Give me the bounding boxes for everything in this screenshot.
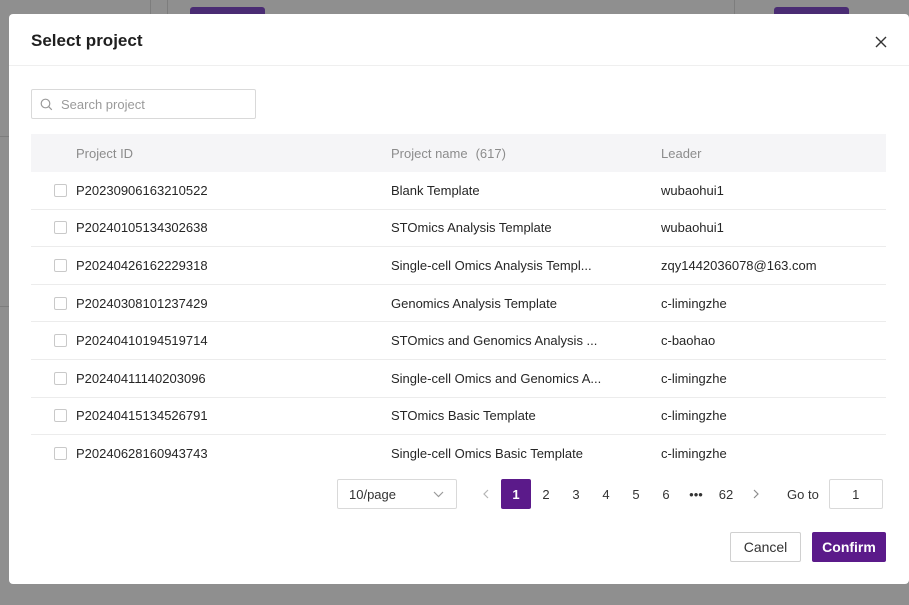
page-4[interactable]: 4	[591, 479, 621, 509]
leader-cell: zqy1442036078@163.com	[661, 257, 817, 273]
project-name-cell: STOmics Analysis Template	[391, 220, 552, 236]
table-row[interactable]: P20240410194519714 STOmics and Genomics …	[31, 322, 886, 360]
project-id-cell: P20240415134526791	[76, 408, 208, 424]
column-header-label: Project name	[391, 145, 468, 161]
table-row[interactable]: P20240415134526791 STOmics Basic Templat…	[31, 398, 886, 436]
project-id-cell: P20240628160943743	[76, 445, 208, 461]
search-field[interactable]	[31, 89, 256, 119]
page-62[interactable]: 62	[711, 479, 741, 509]
background-divider	[167, 0, 168, 14]
page-size-value: 10/page	[349, 486, 396, 502]
chevron-down-icon	[433, 491, 444, 497]
project-name-cell: Genomics Analysis Template	[391, 295, 557, 311]
project-id-cell: P20240426162229318	[76, 257, 208, 273]
background-divider	[150, 0, 151, 14]
page-6[interactable]: 6	[651, 479, 681, 509]
close-button[interactable]	[871, 32, 891, 52]
chevron-right-icon	[753, 489, 759, 499]
background-divider	[0, 136, 9, 137]
dialog-title: Select project	[31, 31, 143, 50]
dialog-header: Select project	[9, 14, 909, 66]
background-divider	[0, 306, 9, 307]
leader-cell: c-limingzhe	[661, 295, 727, 311]
row-checkbox[interactable]	[54, 296, 67, 310]
close-icon	[875, 36, 887, 48]
row-checkbox[interactable]	[54, 409, 67, 423]
leader-cell: c-limingzhe	[661, 370, 727, 386]
column-header-project-name: Project name (617)	[391, 146, 661, 161]
search-icon	[40, 98, 53, 110]
table-row[interactable]: P20240628160943743 Single-cell Omics Bas…	[31, 435, 886, 464]
project-name-cell: Blank Template	[391, 182, 480, 198]
column-header-leader: Leader	[661, 145, 702, 161]
goto-page-input[interactable]	[828, 479, 883, 509]
next-page-button[interactable]	[741, 486, 771, 502]
page-5[interactable]: 5	[621, 479, 651, 509]
project-count: (617)	[475, 145, 506, 161]
table-row[interactable]: P20240426162229318 Single-cell Omics Ana…	[31, 247, 886, 285]
project-id-cell: P20240105134302638	[76, 220, 208, 236]
project-id-cell: P20240411140203096	[76, 370, 206, 386]
table-row[interactable]: P20240105134302638 STOmics Analysis Temp…	[31, 210, 886, 248]
project-name-cell: Single-cell Omics Analysis Templ...	[391, 257, 592, 273]
select-project-dialog: Select project Project ID Project name (6…	[9, 14, 909, 584]
leader-cell: c-baohao	[661, 333, 716, 349]
background-divider	[734, 0, 735, 14]
row-checkbox[interactable]	[54, 221, 67, 235]
chevron-left-icon	[483, 489, 489, 499]
row-checkbox[interactable]	[54, 446, 67, 460]
project-id-cell: P20240410194519714	[76, 333, 208, 349]
project-id-cell: P20240308101237429	[76, 295, 208, 311]
page-3[interactable]: 3	[561, 479, 591, 509]
goto-label: Go to	[787, 486, 819, 502]
leader-cell: wubaohui1	[661, 182, 724, 198]
project-name-cell: STOmics and Genomics Analysis ...	[391, 333, 598, 349]
table-header: Project ID Project name (617) Leader	[31, 134, 886, 172]
project-name-cell: Single-cell Omics and Genomics A...	[391, 370, 602, 386]
project-name-cell: STOmics Basic Template	[391, 408, 536, 424]
leader-cell: c-limingzhe	[661, 445, 727, 461]
project-id-cell: P20230906163210522	[76, 182, 208, 198]
row-checkbox[interactable]	[54, 334, 67, 348]
project-name-cell: Single-cell Omics Basic Template	[391, 445, 583, 461]
page-1[interactable]: 1	[501, 479, 531, 509]
table-row[interactable]: P20230906163210522 Blank Template wubaoh…	[31, 172, 886, 210]
page-ellipsis[interactable]: •••	[681, 479, 711, 509]
prev-page-button[interactable]	[471, 486, 501, 502]
project-table: Project ID Project name (617) Leader P202…	[31, 134, 886, 464]
pagination: 10/page 1 2 3 4 5 6 ••• 62 Go to	[337, 479, 883, 509]
confirm-button[interactable]: Confirm	[812, 532, 886, 562]
page-2[interactable]: 2	[531, 479, 561, 509]
table-row[interactable]: P20240411140203096 Single-cell Omics and…	[31, 360, 886, 398]
table-row[interactable]: P20240308101237429 Genomics Analysis Tem…	[31, 285, 886, 323]
row-checkbox[interactable]	[54, 371, 67, 385]
leader-cell: c-limingzhe	[661, 408, 727, 424]
cancel-button[interactable]: Cancel	[730, 532, 801, 562]
page-size-select[interactable]: 10/page	[337, 479, 457, 509]
leader-cell: wubaohui1	[661, 220, 724, 236]
column-header-project-id: Project ID	[76, 145, 134, 161]
row-checkbox[interactable]	[54, 258, 67, 272]
search-input[interactable]	[61, 96, 241, 112]
row-checkbox[interactable]	[54, 183, 67, 197]
